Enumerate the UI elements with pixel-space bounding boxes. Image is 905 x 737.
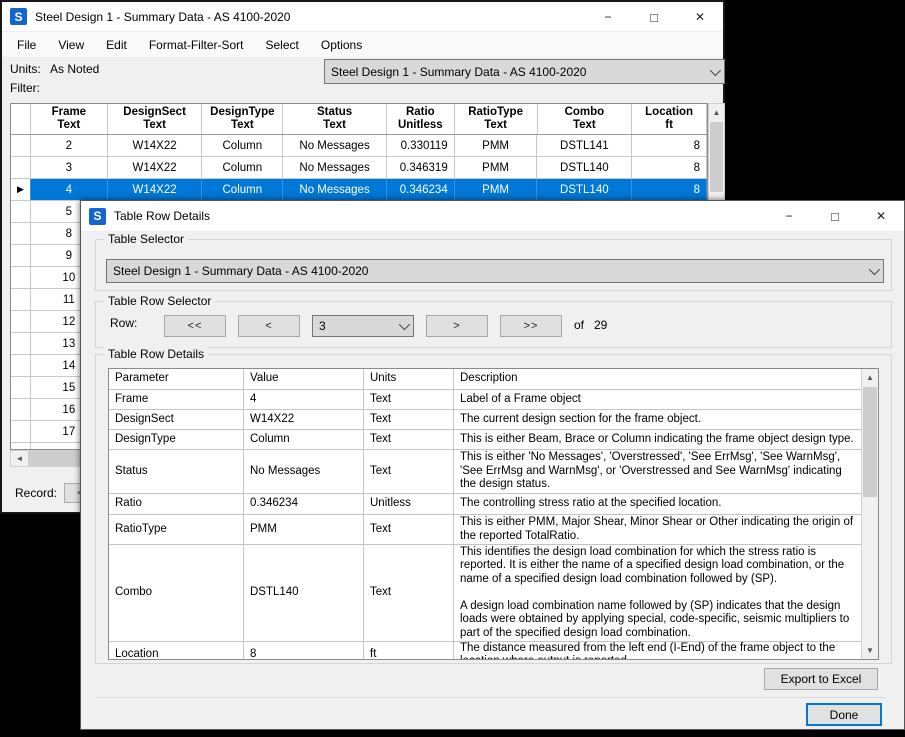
details-header-row: Parameter Value Units Description — [109, 369, 861, 390]
done-button[interactable]: Done — [806, 703, 882, 726]
grid-header-ratiotype[interactable]: RatioTypeText — [455, 104, 538, 134]
details-vertical-scrollbar[interactable]: ▲ ▼ — [861, 369, 878, 659]
main-titlebar: S Steel Design 1 - Summary Data - AS 410… — [2, 2, 723, 32]
table-row[interactable]: 3 W14X22 Column No Messages 0.346319 PMM… — [11, 157, 707, 179]
app-icon: S — [10, 8, 27, 25]
menu-format-filter-sort[interactable]: Format-Filter-Sort — [138, 34, 255, 56]
app-icon: S — [89, 208, 106, 225]
units-label: Units: — [10, 62, 41, 76]
details-row-frame[interactable]: Frame 4 Text Label of a Frame object — [109, 390, 861, 410]
details-row-designtype[interactable]: DesignType Column Text This is either Be… — [109, 430, 861, 450]
maximize-icon[interactable]: □ — [812, 201, 858, 231]
menu-options[interactable]: Options — [310, 34, 373, 56]
export-to-excel-button[interactable]: Export to Excel — [764, 668, 878, 690]
grid-header-status[interactable]: StatusText — [283, 104, 387, 134]
table-select-dropdown[interactable]: Steel Design 1 - Summary Data - AS 4100-… — [324, 59, 725, 84]
details-row-ratiotype[interactable]: RatioType PMM Text This is either PMM, M… — [109, 515, 861, 545]
chevron-down-icon — [710, 64, 721, 75]
grid-header-designsect[interactable]: DesignSectText — [108, 104, 203, 134]
next-row-button[interactable]: > — [426, 315, 488, 337]
close-icon[interactable]: ✕ — [677, 2, 723, 32]
table-row-selector-group-label: Table Row Selector — [104, 294, 215, 308]
maximize-icon[interactable]: □ — [631, 2, 677, 32]
screen: { "colors": { "selection_blue": "#0078d7… — [0, 0, 905, 737]
minimize-icon[interactable]: − — [585, 2, 631, 32]
details-row-location[interactable]: Location 8 ft The distance measured from… — [109, 642, 861, 660]
table-select-dropdown-value: Steel Design 1 - Summary Data - AS 4100-… — [331, 65, 704, 79]
footer-divider — [95, 697, 886, 698]
menu-edit[interactable]: Edit — [95, 34, 138, 56]
row-number-value: 3 — [319, 319, 393, 333]
window-title: Steel Design 1 - Summary Data - AS 4100-… — [35, 10, 290, 24]
details-row-ratio[interactable]: Ratio 0.346234 Unitless The controlling … — [109, 494, 861, 515]
chevron-down-icon — [869, 264, 880, 275]
details-row-combo[interactable]: Combo DSTL140 Text This identifies the d… — [109, 545, 861, 642]
scroll-up-icon[interactable]: ▲ — [862, 369, 878, 386]
table-selector-group: Table Selector Steel Design 1 - Summary … — [95, 239, 892, 291]
filter-label: Filter: — [10, 81, 40, 95]
details-row-designsect[interactable]: DesignSect W14X22 Text The current desig… — [109, 410, 861, 430]
grid-header-selector — [11, 104, 31, 134]
grid-header-location[interactable]: Locationft — [632, 104, 707, 134]
of-label: of — [574, 318, 584, 332]
table-row-details-group: Table Row Details Parameter Value Units … — [95, 354, 892, 664]
table-row-selected[interactable]: ▶ 4 W14X22 Column No Messages 0.346234 P… — [11, 179, 707, 201]
scroll-up-icon[interactable]: ▲ — [709, 104, 724, 121]
scrollbar-thumb[interactable] — [710, 122, 723, 192]
first-row-button[interactable]: << — [164, 315, 226, 337]
grid-header-row: FrameText DesignSectText DesignTypeText … — [11, 104, 707, 135]
menu-bar: File View Edit Format-Filter-Sort Select… — [2, 32, 723, 57]
table-selector-group-label: Table Selector — [104, 232, 188, 246]
menu-file[interactable]: File — [6, 34, 47, 56]
row-label: Row: — [110, 316, 137, 330]
last-row-button[interactable]: >> — [500, 315, 562, 337]
menu-select[interactable]: Select — [255, 34, 310, 56]
scroll-down-icon[interactable]: ▼ — [862, 642, 878, 659]
table-row[interactable]: 2 W14X22 Column No Messages 0.330119 PMM… — [11, 135, 707, 157]
row-pointer-icon: ▶ — [17, 184, 24, 195]
table-row-details-dialog: S Table Row Details − □ ✕ Table Selector… — [80, 200, 905, 730]
row-number-dropdown[interactable]: 3 — [312, 315, 414, 337]
grid-header-frame[interactable]: FrameText — [31, 104, 108, 134]
menu-view[interactable]: View — [47, 34, 95, 56]
dialog-titlebar: S Table Row Details − □ ✕ — [81, 201, 904, 232]
scrollbar-thumb[interactable] — [863, 387, 877, 497]
row-details-table: Parameter Value Units Description Frame … — [108, 368, 879, 660]
record-label: Record: — [15, 486, 57, 500]
scroll-left-icon[interactable]: ◄ — [11, 451, 28, 466]
dialog-table-dropdown-value: Steel Design 1 - Summary Data - AS 4100-… — [113, 264, 863, 278]
grid-header-designtype[interactable]: DesignTypeText — [202, 104, 283, 134]
minimize-icon[interactable]: − — [766, 201, 812, 231]
row-total: 29 — [594, 318, 607, 332]
table-row-details-group-label: Table Row Details — [104, 347, 208, 361]
grid-header-ratio[interactable]: RatioUnitless — [387, 104, 455, 134]
previous-row-button[interactable]: < — [238, 315, 300, 337]
close-icon[interactable]: ✕ — [858, 201, 904, 231]
units-value: As Noted — [50, 62, 99, 76]
dialog-table-dropdown[interactable]: Steel Design 1 - Summary Data - AS 4100-… — [106, 259, 884, 283]
chevron-down-icon — [399, 319, 410, 330]
grid-header-combo[interactable]: ComboText — [538, 104, 633, 134]
details-row-status[interactable]: Status No Messages Text This is either '… — [109, 450, 861, 494]
table-row-selector-group: Table Row Selector Row: << < 3 > >> of 2… — [95, 301, 892, 348]
dialog-title: Table Row Details — [114, 209, 210, 223]
